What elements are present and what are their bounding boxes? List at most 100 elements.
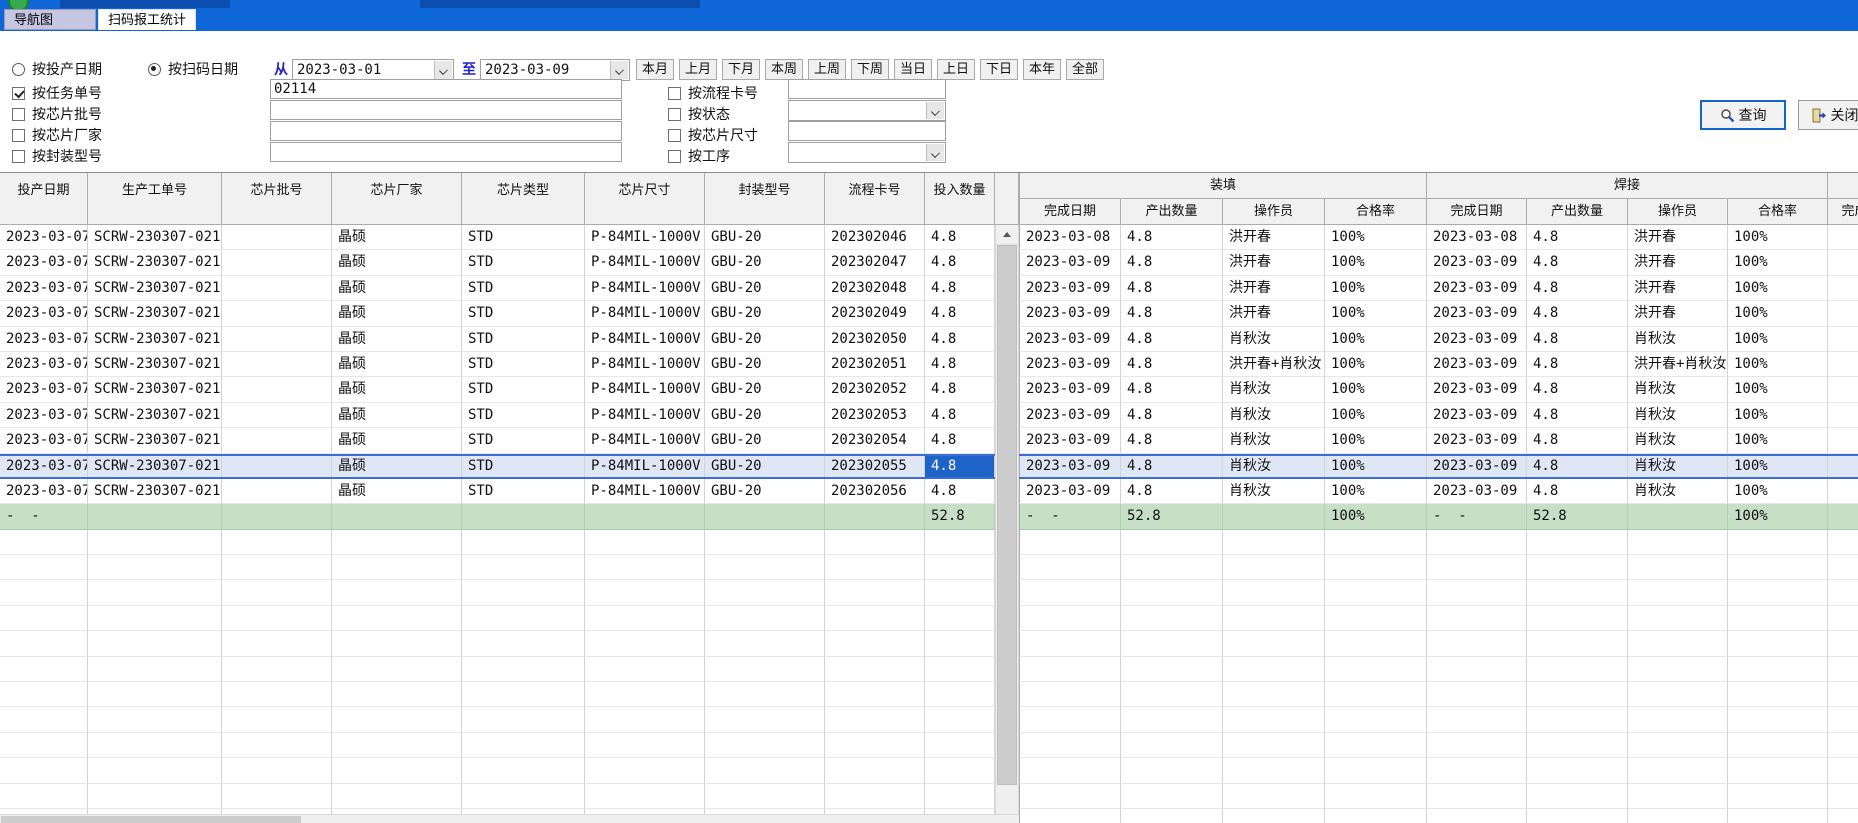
cell-load_op[interactable]: 洪开春 bbox=[1223, 250, 1325, 275]
cell-next_date[interactable] bbox=[1828, 428, 1858, 453]
cell-pkg[interactable]: GBU-20 bbox=[705, 276, 825, 301]
cell-date[interactable]: 2023-03-07 bbox=[0, 250, 88, 275]
cell-date[interactable]: 2023-03-07 bbox=[0, 479, 88, 504]
query-button[interactable]: 查询 bbox=[1700, 100, 1786, 130]
cell-load_op[interactable]: 肖秋汝 bbox=[1223, 454, 1325, 479]
cell-order[interactable]: SCRW-230307-021 bbox=[88, 479, 222, 504]
cell-lot[interactable] bbox=[222, 377, 332, 402]
date-to-picker[interactable]: 2023-03-09 bbox=[480, 59, 630, 81]
filter-combo-按工序[interactable] bbox=[788, 142, 946, 163]
cell-card[interactable]: 202302050 bbox=[825, 327, 925, 352]
cell-load_op[interactable]: 肖秋汝 bbox=[1223, 479, 1325, 504]
cell-next_date[interactable] bbox=[1828, 327, 1858, 352]
checkbox-按芯片厂家[interactable] bbox=[12, 129, 25, 142]
cell-load_qty[interactable]: 4.8 bbox=[1121, 377, 1223, 402]
filter-input-按芯片批号[interactable] bbox=[270, 100, 622, 120]
filter-input-按流程卡号[interactable] bbox=[788, 79, 946, 99]
cell-load_date[interactable]: 2023-03-09 bbox=[1019, 301, 1121, 326]
cell-csize[interactable]: P-84MIL-1000V bbox=[585, 428, 705, 453]
cell-pkg[interactable]: GBU-20 bbox=[705, 250, 825, 275]
cell-card[interactable]: 202302047 bbox=[825, 250, 925, 275]
cell-load_op[interactable]: 洪开春 bbox=[1223, 225, 1325, 250]
cell-qty[interactable]: 4.8 bbox=[925, 250, 995, 275]
cell-weld_op[interactable]: 洪开春 bbox=[1628, 276, 1728, 301]
cell-weld_op[interactable]: 肖秋汝 bbox=[1628, 377, 1728, 402]
cell-load_op[interactable]: 洪开春 bbox=[1223, 301, 1325, 326]
cell-load_date[interactable]: 2023-03-09 bbox=[1019, 352, 1121, 377]
close-button[interactable]: 关闭 bbox=[1798, 100, 1858, 130]
cell-weld_rate[interactable]: 100% bbox=[1728, 377, 1828, 402]
cell-qty[interactable]: 4.8 bbox=[925, 428, 995, 453]
chevron-down-icon[interactable] bbox=[926, 102, 944, 119]
filter-input-按芯片厂家[interactable] bbox=[270, 121, 622, 141]
cell-weld_op[interactable]: 洪开春 bbox=[1628, 250, 1728, 275]
cell-load_op[interactable]: 肖秋汝 bbox=[1223, 327, 1325, 352]
cell-load_date[interactable]: 2023-03-09 bbox=[1019, 276, 1121, 301]
cell-ctype[interactable]: STD bbox=[462, 327, 585, 352]
checkbox-按芯片尺寸[interactable] bbox=[668, 129, 681, 142]
cell-load_date[interactable]: 2023-03-09 bbox=[1019, 403, 1121, 428]
cell-lot[interactable] bbox=[222, 352, 332, 377]
chevron-down-icon[interactable] bbox=[434, 61, 452, 79]
cell-date[interactable]: 2023-03-07 bbox=[0, 276, 88, 301]
cell-ctype[interactable]: STD bbox=[462, 352, 585, 377]
cell-weld_qty[interactable]: 4.8 bbox=[1527, 225, 1628, 250]
cell-load_qty[interactable]: 4.8 bbox=[1121, 276, 1223, 301]
cell-date[interactable]: 2023-03-07 bbox=[0, 377, 88, 402]
cell-weld_rate[interactable]: 100% bbox=[1728, 403, 1828, 428]
cell-qty[interactable]: 4.8 bbox=[925, 301, 995, 326]
cell-load_op[interactable]: 肖秋汝 bbox=[1223, 428, 1325, 453]
cell-pkg[interactable]: GBU-20 bbox=[705, 403, 825, 428]
cell-pkg[interactable]: GBU-20 bbox=[705, 454, 825, 479]
cell-ctype[interactable]: STD bbox=[462, 276, 585, 301]
cell-load_rate[interactable]: 100% bbox=[1325, 479, 1427, 504]
cell-weld_rate[interactable]: 100% bbox=[1728, 225, 1828, 250]
cell-weld_op[interactable]: 肖秋汝 bbox=[1628, 327, 1728, 352]
checkbox-按工序[interactable] bbox=[668, 150, 681, 163]
chevron-down-icon[interactable] bbox=[610, 61, 628, 79]
cell-weld_rate[interactable]: 100% bbox=[1728, 352, 1828, 377]
cell-weld_date[interactable]: 2023-03-09 bbox=[1427, 327, 1527, 352]
cell-order[interactable]: SCRW-230307-021 bbox=[88, 225, 222, 250]
cell-load_rate[interactable]: 100% bbox=[1325, 403, 1427, 428]
cell-weld_qty[interactable]: 4.8 bbox=[1527, 454, 1628, 479]
cell-load_rate[interactable]: 100% bbox=[1325, 301, 1427, 326]
cell-load_rate[interactable]: 100% bbox=[1325, 250, 1427, 275]
quick-range-button-1[interactable]: 本月 bbox=[636, 59, 674, 80]
cell-date[interactable]: 2023-03-07 bbox=[0, 403, 88, 428]
cell-load_date[interactable]: 2023-03-09 bbox=[1019, 327, 1121, 352]
checkbox-按封装型号[interactable] bbox=[12, 150, 25, 163]
cell-vendor[interactable]: 晶硕 bbox=[332, 377, 462, 402]
radio-by-scan-date[interactable] bbox=[148, 63, 161, 76]
cell-weld_date[interactable]: 2023-03-09 bbox=[1427, 403, 1527, 428]
cell-pkg[interactable]: GBU-20 bbox=[705, 225, 825, 250]
cell-pkg[interactable]: GBU-20 bbox=[705, 479, 825, 504]
cell-next_date[interactable] bbox=[1828, 250, 1858, 275]
cell-csize[interactable]: P-84MIL-1000V bbox=[585, 403, 705, 428]
cell-load_op[interactable]: 肖秋汝 bbox=[1223, 403, 1325, 428]
checkbox-按状态[interactable] bbox=[668, 108, 681, 121]
cell-weld_date[interactable]: 2023-03-09 bbox=[1427, 479, 1527, 504]
cell-load_rate[interactable]: 100% bbox=[1325, 377, 1427, 402]
cell-vendor[interactable]: 晶硕 bbox=[332, 276, 462, 301]
cell-qty[interactable]: 4.8 bbox=[925, 454, 995, 479]
cell-qty[interactable]: 4.8 bbox=[925, 225, 995, 250]
cell-load_op[interactable]: 肖秋汝 bbox=[1223, 377, 1325, 402]
cell-qty[interactable]: 4.8 bbox=[925, 327, 995, 352]
cell-vendor[interactable]: 晶硕 bbox=[332, 403, 462, 428]
cell-weld_date[interactable]: 2023-03-09 bbox=[1427, 301, 1527, 326]
cell-order[interactable]: SCRW-230307-021 bbox=[88, 352, 222, 377]
cell-date[interactable]: 2023-03-07 bbox=[0, 428, 88, 453]
cell-lot[interactable] bbox=[222, 225, 332, 250]
cell-order[interactable]: SCRW-230307-021 bbox=[88, 377, 222, 402]
cell-csize[interactable]: P-84MIL-1000V bbox=[585, 352, 705, 377]
cell-load_rate[interactable]: 100% bbox=[1325, 352, 1427, 377]
cell-csize[interactable]: P-84MIL-1000V bbox=[585, 377, 705, 402]
horizontal-scrollbar[interactable] bbox=[0, 814, 1019, 823]
cell-date[interactable]: 2023-03-07 bbox=[0, 327, 88, 352]
cell-vendor[interactable]: 晶硕 bbox=[332, 250, 462, 275]
cell-card[interactable]: 202302056 bbox=[825, 479, 925, 504]
cell-weld_qty[interactable]: 4.8 bbox=[1527, 403, 1628, 428]
cell-date[interactable]: 2023-03-07 bbox=[0, 352, 88, 377]
cell-order[interactable]: SCRW-230307-021 bbox=[88, 327, 222, 352]
